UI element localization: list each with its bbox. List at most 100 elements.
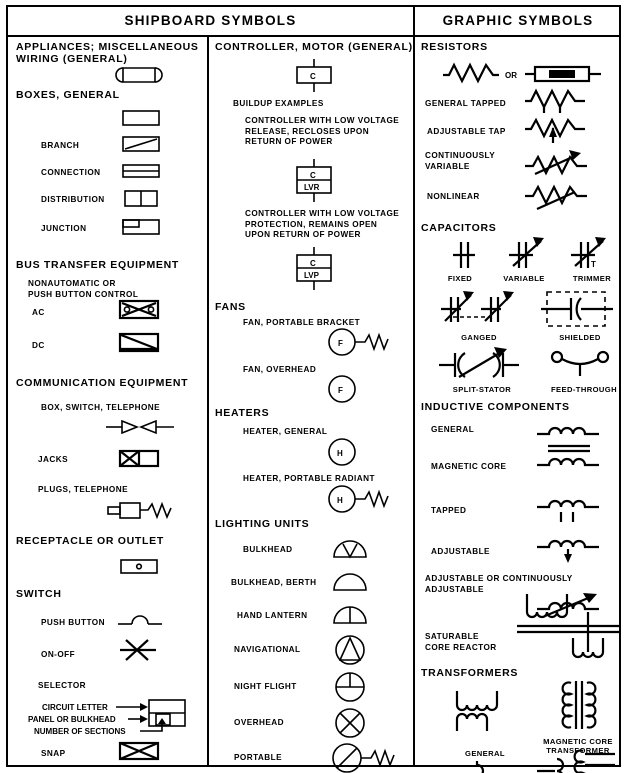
resistor-or-text: OR [505, 71, 517, 80]
coil-tapped-symbol [537, 499, 599, 522]
box-corner-block-symbol [122, 219, 160, 235]
label-snap: SNAP [41, 749, 66, 758]
cap-variable-symbol [509, 237, 544, 268]
label-selector: SELECTOR [38, 681, 87, 690]
label-overhead: OVERHEAD [234, 718, 285, 727]
resistor-zigzag-or-box-symbol: OR R1 [443, 62, 601, 84]
section-communication-title: COMMUNICATION EQUIPMENT [16, 377, 189, 389]
label-cap-shielded: SHIELDED [559, 333, 601, 342]
xfmr-auto-symbol [475, 761, 485, 773]
label-hand-lantern: HAND LANTERN [237, 611, 308, 620]
coil-adjustable-symbol [537, 539, 599, 563]
pushbutton-hump-symbol [118, 615, 162, 625]
plug-with-cord-symbol [107, 501, 172, 520]
controller-lvr-symbol: C LVR [296, 159, 332, 202]
label-coil-magnetic-core: MAGNETIC CORE [431, 462, 507, 471]
half-circle-symbol [333, 573, 367, 591]
controller-lvp-symbol: C LVP [296, 247, 332, 290]
controller-lvp-bottom: LVP [304, 271, 320, 280]
cap-feed-through-symbol [550, 350, 610, 376]
column-shipboard-left: APPLIANCES; MISCELLANEOUS WIRING (GENERA… [8, 37, 207, 767]
box-bowtie-symbol [118, 741, 160, 761]
label-dc: DC [32, 341, 45, 350]
asterisk-switch-symbol [120, 639, 156, 661]
resistor-tapped-symbol [525, 88, 585, 113]
label-bulkhead-berth: BULKHEAD, BERTH [231, 578, 317, 587]
label-navigational: NAVIGATIONAL [234, 645, 301, 654]
selector-box-symbol: CIRCUIT LETTER PANEL OR BULKHEAD NUMBER … [28, 699, 186, 736]
label-box-switch-telephone: BOX, SWITCH, TELEPHONE [41, 403, 161, 412]
plain-box-symbol [122, 110, 160, 126]
label-fan-overhead: FAN, OVERHEAD [243, 365, 317, 374]
label-cap-split-stator: SPLIT-STATOR [452, 385, 512, 394]
section-bus-transfer-title: BUS TRANSFER EQUIPMENT [16, 259, 179, 271]
circle-h-symbol: H [328, 438, 356, 466]
heater-general-text: H [337, 449, 343, 458]
section-fans-title: FANS [215, 301, 246, 313]
circle-quarters-symbol [335, 672, 365, 702]
section-appliances-title: APPLIANCES; MISCELLANEOUS WIRING (GENERA… [16, 41, 199, 65]
label-jacks: JACKS [38, 455, 69, 464]
label-cap-variable: VARIABLE [503, 274, 545, 283]
controller-lvp-top: C [310, 259, 316, 268]
label-on-off: ON-OFF [41, 650, 76, 659]
label-night-flight: NIGHT FLIGHT [234, 682, 297, 691]
label-connection: CONNECTION [41, 168, 101, 177]
label-adjustable-tap: ADJUSTABLE TAP [427, 127, 506, 136]
box-x-half-symbol [118, 449, 160, 468]
symbol-reference-sheet: SHIPBOARD SYMBOLS GRAPHIC SYMBOLS APPLIA… [0, 0, 627, 773]
circle-x-symbol [335, 708, 365, 738]
label-branch: BRANCH [41, 141, 80, 150]
controller-lvr-top: C [310, 171, 316, 180]
section-transformers-title: TRANSFORMERS [421, 667, 519, 679]
label-plugs-telephone: PLUGS, TELEPHONE [38, 485, 128, 494]
appliance-box-symbol [115, 67, 163, 83]
coil-magnetic-core-symbol [537, 444, 599, 467]
label-cap-fixed: FIXED [447, 274, 473, 283]
half-circle-v-symbol [333, 540, 367, 559]
resistor-box-text: R1 [554, 70, 565, 79]
cap-split-stator-symbol [439, 347, 519, 378]
note-lvp: CONTROLLER WITH LOW VOLTAGE PROTECTION, … [245, 209, 400, 239]
column-shipboard-right: CONTROLLER, MOTOR (GENERAL) C BUILDUP EX… [209, 37, 413, 773]
resistor-nonlinear-symbol [525, 184, 587, 211]
header-shipboard-symbols: SHIPBOARD SYMBOLS [124, 12, 297, 28]
callout-panel-or-bulkhead: PANEL OR BULKHEAD [28, 715, 116, 724]
controller-c-symbol: C [296, 59, 332, 92]
bus-transfer-note: NONAUTOMATIC OR PUSH BUTTON CONTROL [28, 279, 139, 299]
section-switch-title: SWITCH [16, 588, 62, 600]
label-saturable-core-reactor: SATURABLE CORE REACTOR [425, 632, 497, 652]
circle-f-cord-symbol: F [328, 328, 389, 356]
cap-trimmer-marker: T [591, 260, 596, 269]
cap-shielded-symbol [541, 291, 613, 327]
label-ac: AC [32, 308, 45, 317]
heater-radiant-text: H [337, 496, 343, 505]
label-cap-ganged: GANGED [461, 333, 497, 342]
circle-triangle-symbol [335, 635, 365, 665]
fan-bracket-text: F [338, 339, 343, 348]
label-push-button: PUSH BUTTON [41, 618, 105, 627]
resistor-adj-tap-symbol [525, 117, 585, 143]
callout-circuit-letter: CIRCUIT LETTER [42, 703, 108, 712]
box-vertical-split-symbol [124, 190, 158, 207]
label-coil-tapped: TAPPED [431, 506, 467, 515]
subtitle-buildup-examples: BUILDUP EXAMPLES [233, 99, 324, 108]
label-cap-trimmer: TRIMMER [572, 274, 612, 283]
circle-h-cord-symbol: H [328, 485, 389, 513]
box-with-dot-symbol [120, 559, 158, 574]
note-lvr: CONTROLLER WITH LOW VOLTAGE RELEASE, REC… [245, 116, 400, 146]
label-distribution: DISTRIBUTION [41, 195, 105, 204]
label-portable: PORTABLE [234, 753, 283, 762]
box-half-triangle-symbol [118, 332, 160, 353]
label-heater-portable-radiant: HEATER, PORTABLE RADIANT [243, 474, 375, 483]
label-coil-adjustable: ADJUSTABLE [431, 547, 490, 556]
circle-slash-cord-symbol [332, 743, 395, 773]
label-bulkhead: BULKHEAD [243, 545, 293, 554]
label-heater-general: HEATER, GENERAL [243, 427, 328, 436]
cap-fixed-symbol [453, 242, 475, 268]
bowtie-inline-symbol [106, 419, 174, 435]
cap-trimmer-symbol: T [571, 237, 606, 269]
saturable-core-reactor-symbol [517, 594, 619, 659]
section-heaters-title: HEATERS [215, 407, 270, 419]
xfmr-with-taps-symbol [537, 749, 615, 773]
